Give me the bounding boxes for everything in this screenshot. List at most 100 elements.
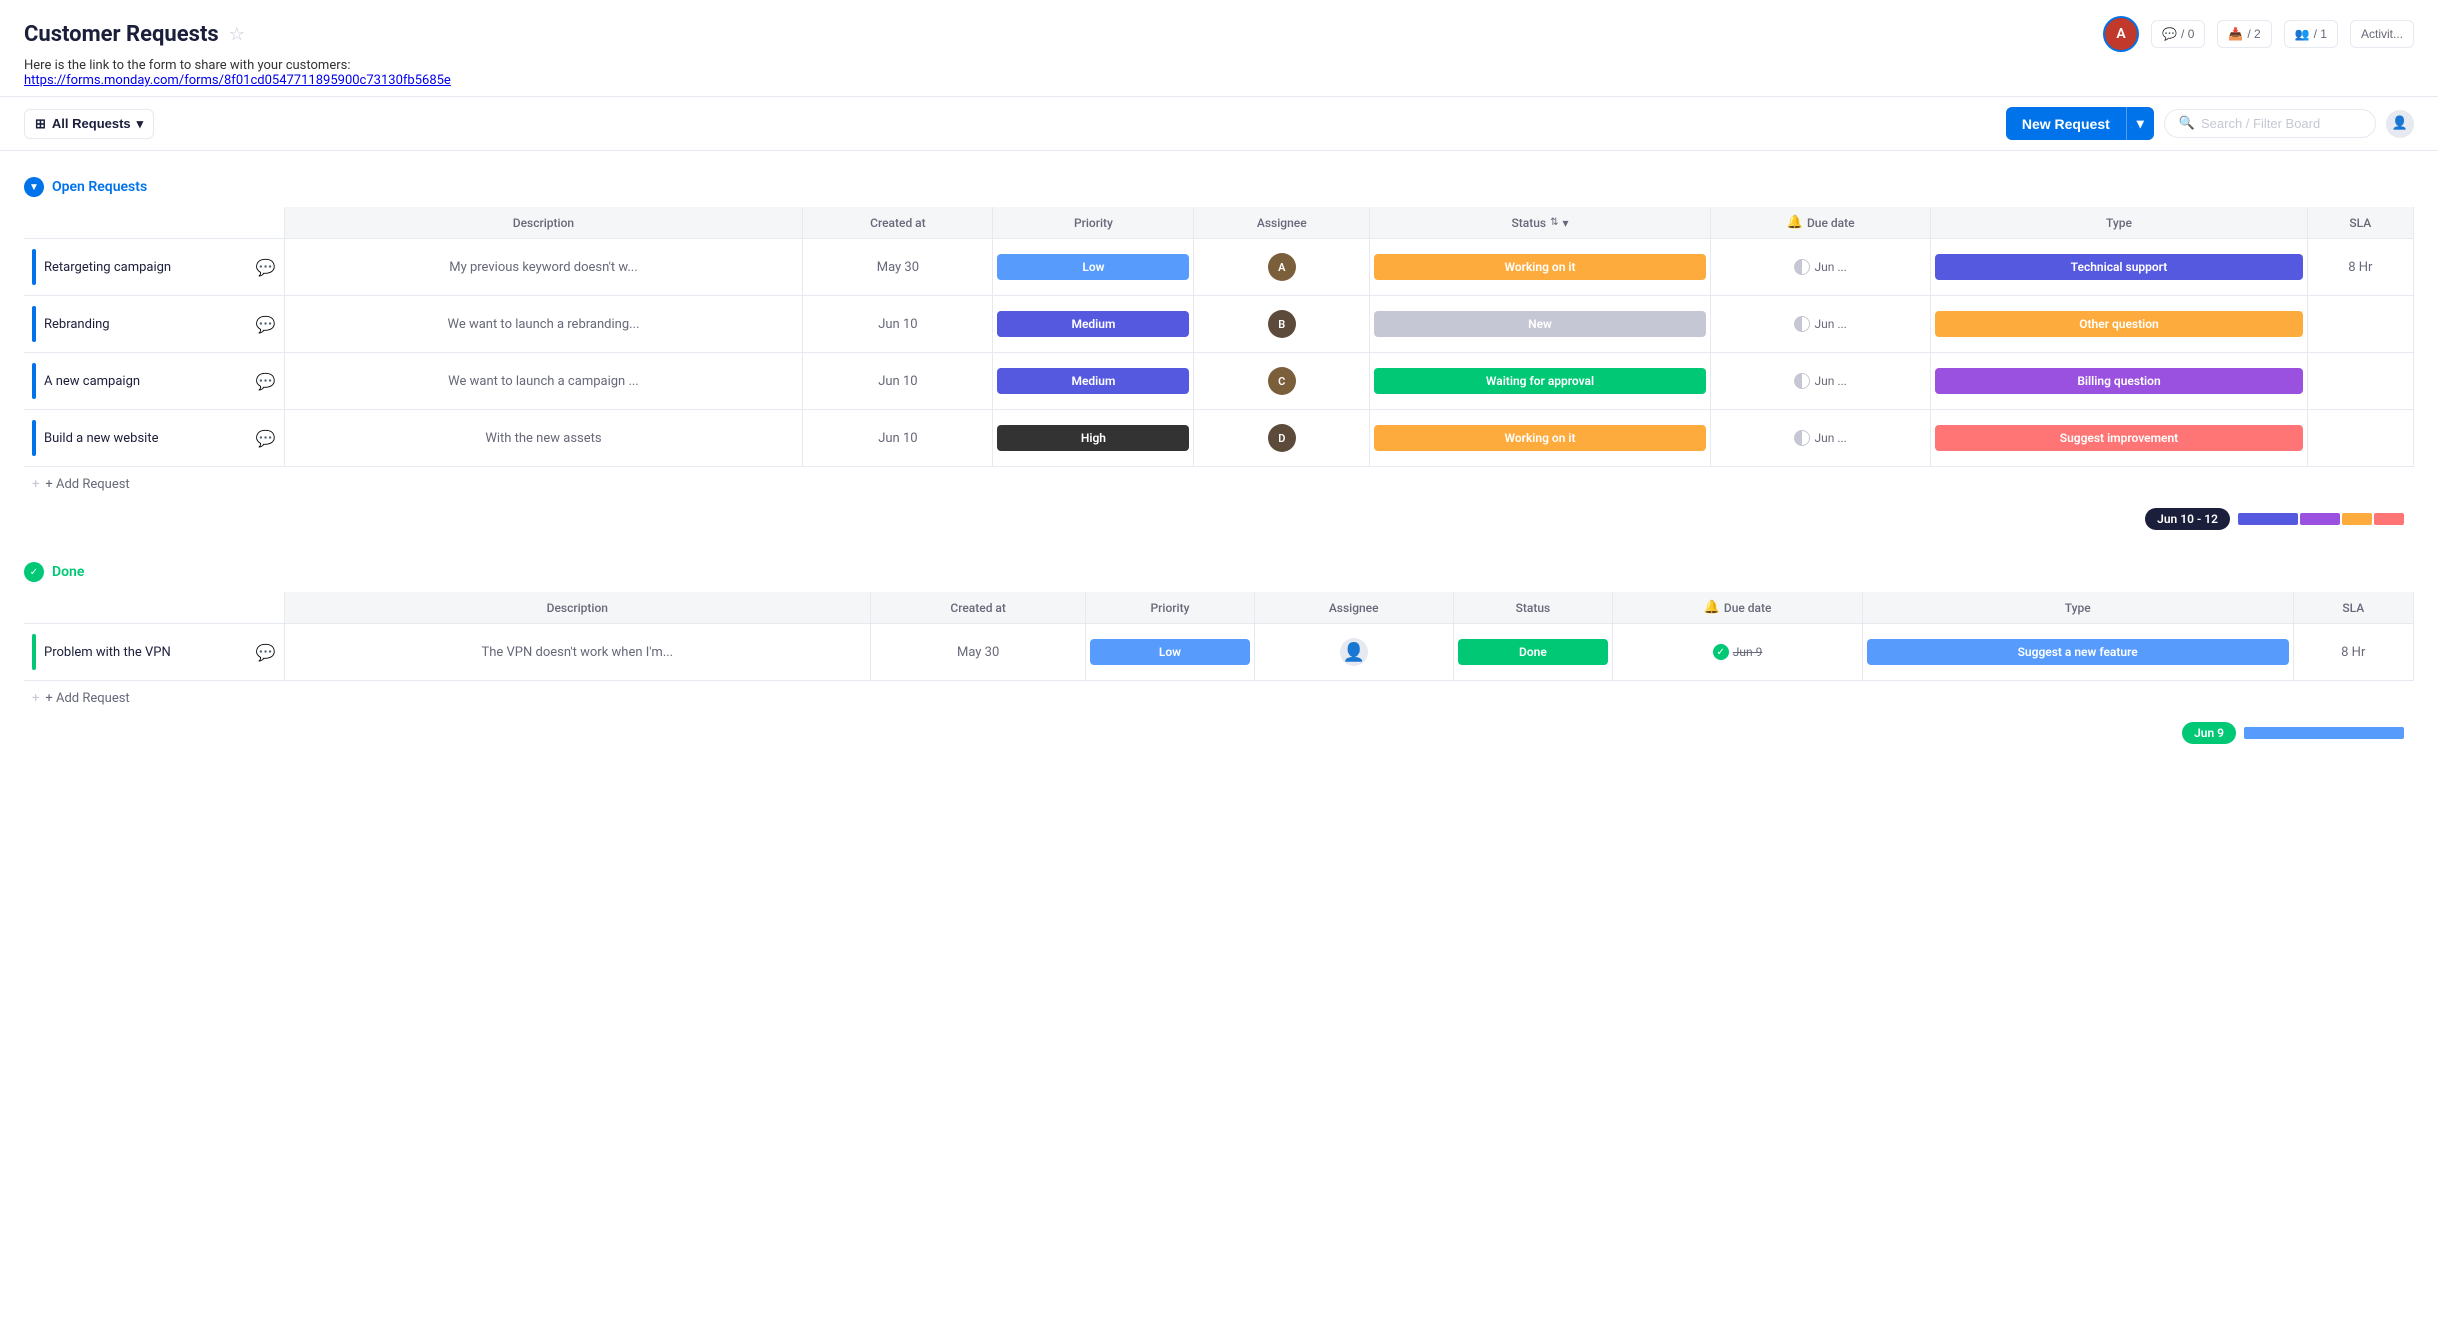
row-priority-cell[interactable]: Low <box>993 239 1194 296</box>
row-assignee-cell[interactable]: A <box>1194 239 1370 296</box>
done-summary: Jun 9 <box>24 716 2414 750</box>
user-avatar[interactable]: A <box>2103 16 2139 52</box>
header-subtitle: Here is the link to the form to share wi… <box>24 58 2414 88</box>
col-priority-done: Priority <box>1086 592 1255 624</box>
col-due-date: 🔔 Due date <box>1710 207 1930 239</box>
col-desc-done: Description <box>284 592 871 624</box>
row-due-cell[interactable]: Jun ... <box>1710 239 1930 296</box>
row-name-cell[interactable]: Build a new website 💬 <box>24 410 284 467</box>
row-assignee-cell[interactable]: B <box>1194 296 1370 353</box>
row-created-cell: May 30 <box>871 624 1086 681</box>
row-created-cell: Jun 10 <box>803 296 993 353</box>
col-name <box>24 207 284 239</box>
row-type-cell[interactable]: Suggest improvement <box>1931 410 2307 467</box>
row-created-cell: Jun 10 <box>803 353 993 410</box>
bell-icon: 🔔 <box>1787 215 1803 230</box>
row-type-cell[interactable]: Suggest a new feature <box>1862 624 2293 681</box>
row-due-cell[interactable]: ✓Jun 9 <box>1613 624 1863 681</box>
row-name-cell[interactable]: Retargeting campaign 💬 <box>24 239 284 296</box>
row-status-cell[interactable]: Waiting for approval <box>1370 353 1711 410</box>
profile-icon[interactable]: 👤 <box>2386 110 2414 138</box>
row-description-cell: My previous keyword doesn't w... <box>284 239 803 296</box>
comment-icon: 💬 <box>2162 27 2177 41</box>
favorite-icon[interactable]: ☆ <box>229 24 245 45</box>
col-sla-done: SLA <box>2293 592 2413 624</box>
done-title: Done <box>52 564 84 580</box>
row-name-text: Build a new website <box>44 431 248 446</box>
color-segment <box>2374 513 2404 525</box>
row-name-cell[interactable]: A new campaign 💬 <box>24 353 284 410</box>
row-assignee-cell[interactable]: C <box>1194 353 1370 410</box>
row-priority-cell[interactable]: Medium <box>993 353 1194 410</box>
table-row[interactable]: Rebranding 💬 We want to launch a rebrand… <box>24 296 2414 353</box>
add-icon-done: + <box>32 691 39 706</box>
col-status[interactable]: Status ⇅ ▾ <box>1370 207 1711 239</box>
row-sla-cell <box>2307 296 2413 353</box>
row-due-cell[interactable]: Jun ... <box>1710 296 1930 353</box>
comments-button[interactable]: 💬 / 0 <box>2151 20 2205 48</box>
activity-button[interactable]: Activit... <box>2350 20 2414 48</box>
row-sla-cell: 8 Hr <box>2293 624 2413 681</box>
table-row[interactable]: Problem with the VPN 💬 The VPN doesn't w… <box>24 624 2414 681</box>
done-group: ✓ Done Description Created at Priority A… <box>24 556 2414 750</box>
new-request-dropdown-arrow[interactable]: ▾ <box>2126 107 2154 140</box>
row-name-text: Rebranding <box>44 317 248 332</box>
col-assignee-done: Assignee <box>1254 592 1453 624</box>
comment-icon[interactable]: 💬 <box>256 429 276 448</box>
table-row[interactable]: Build a new website 💬 With the new asset… <box>24 410 2414 467</box>
open-requests-add[interactable]: + + Add Request <box>24 467 2414 502</box>
sort-icon[interactable]: ⇅ <box>1550 217 1558 228</box>
row-status-cell[interactable]: Working on it <box>1370 410 1711 467</box>
comment-icon[interactable]: 💬 <box>256 372 276 391</box>
comment-icon[interactable]: 💬 <box>256 643 276 662</box>
row-status-cell[interactable]: Done <box>1453 624 1613 681</box>
row-status-cell[interactable]: New <box>1370 296 1711 353</box>
users-button[interactable]: 👥 / 1 <box>2284 20 2338 48</box>
row-assignee-cell[interactable]: 👤 <box>1254 624 1453 681</box>
row-name-cell[interactable]: Problem with the VPN 💬 <box>24 624 284 681</box>
comment-icon[interactable]: 💬 <box>256 258 276 277</box>
col-created-done: Created at <box>871 592 1086 624</box>
row-due-cell[interactable]: Jun ... <box>1710 410 1930 467</box>
col-name-done <box>24 592 284 624</box>
inbox-button[interactable]: 📥 / 2 <box>2217 20 2271 48</box>
row-priority-cell[interactable]: Low <box>1086 624 1255 681</box>
new-request-button[interactable]: New Request ▾ <box>2006 107 2154 140</box>
row-name-cell[interactable]: Rebranding 💬 <box>24 296 284 353</box>
col-created-at: Created at <box>803 207 993 239</box>
row-type-cell[interactable]: Billing question <box>1931 353 2307 410</box>
table-row[interactable]: A new campaign 💬 We want to launch a cam… <box>24 353 2414 410</box>
done-toggle[interactable]: ✓ <box>24 562 44 582</box>
open-requests-group: ▼ Open Requests Description Created at P… <box>24 171 2414 536</box>
search-box[interactable]: 🔍 <box>2164 109 2376 138</box>
col-assignee: Assignee <box>1194 207 1370 239</box>
header-actions: A 💬 / 0 📥 / 2 👥 / 1 Activit... <box>2103 16 2414 52</box>
chevron-down-icon: ▾ <box>137 116 144 132</box>
row-type-cell[interactable]: Other question <box>1931 296 2307 353</box>
row-due-cell[interactable]: Jun ... <box>1710 353 1930 410</box>
open-requests-title: Open Requests <box>52 179 147 195</box>
col-due-done: 🔔 Due date <box>1613 592 1863 624</box>
open-requests-summary: Jun 10 - 12 <box>24 502 2414 536</box>
row-priority-cell[interactable]: High <box>993 410 1194 467</box>
table-row[interactable]: Retargeting campaign 💬 My previous keywo… <box>24 239 2414 296</box>
row-sla-cell <box>2307 410 2413 467</box>
page-title: Customer Requests <box>24 22 219 47</box>
row-type-cell[interactable]: Technical support <box>1931 239 2307 296</box>
view-selector[interactable]: ⊞ All Requests ▾ <box>24 109 154 139</box>
chevron-down-icon[interactable]: ▾ <box>1562 216 1568 230</box>
inbox-icon: 📥 <box>2228 27 2243 41</box>
row-sla-cell <box>2307 353 2413 410</box>
form-link[interactable]: https://forms.monday.com/forms/8f01cd054… <box>24 73 451 88</box>
summary-date-badge: Jun 10 - 12 <box>2145 508 2230 530</box>
done-table: Description Created at Priority Assignee… <box>24 592 2414 681</box>
row-name-text: Retargeting campaign <box>44 260 248 275</box>
row-status-cell[interactable]: Working on it <box>1370 239 1711 296</box>
toolbar: ⊞ All Requests ▾ New Request ▾ 🔍 👤 <box>0 97 2438 151</box>
row-priority-cell[interactable]: Medium <box>993 296 1194 353</box>
row-assignee-cell[interactable]: D <box>1194 410 1370 467</box>
done-add[interactable]: + + Add Request <box>24 681 2414 716</box>
open-requests-toggle[interactable]: ▼ <box>24 177 44 197</box>
comment-icon[interactable]: 💬 <box>256 315 276 334</box>
search-input[interactable] <box>2201 116 2361 131</box>
